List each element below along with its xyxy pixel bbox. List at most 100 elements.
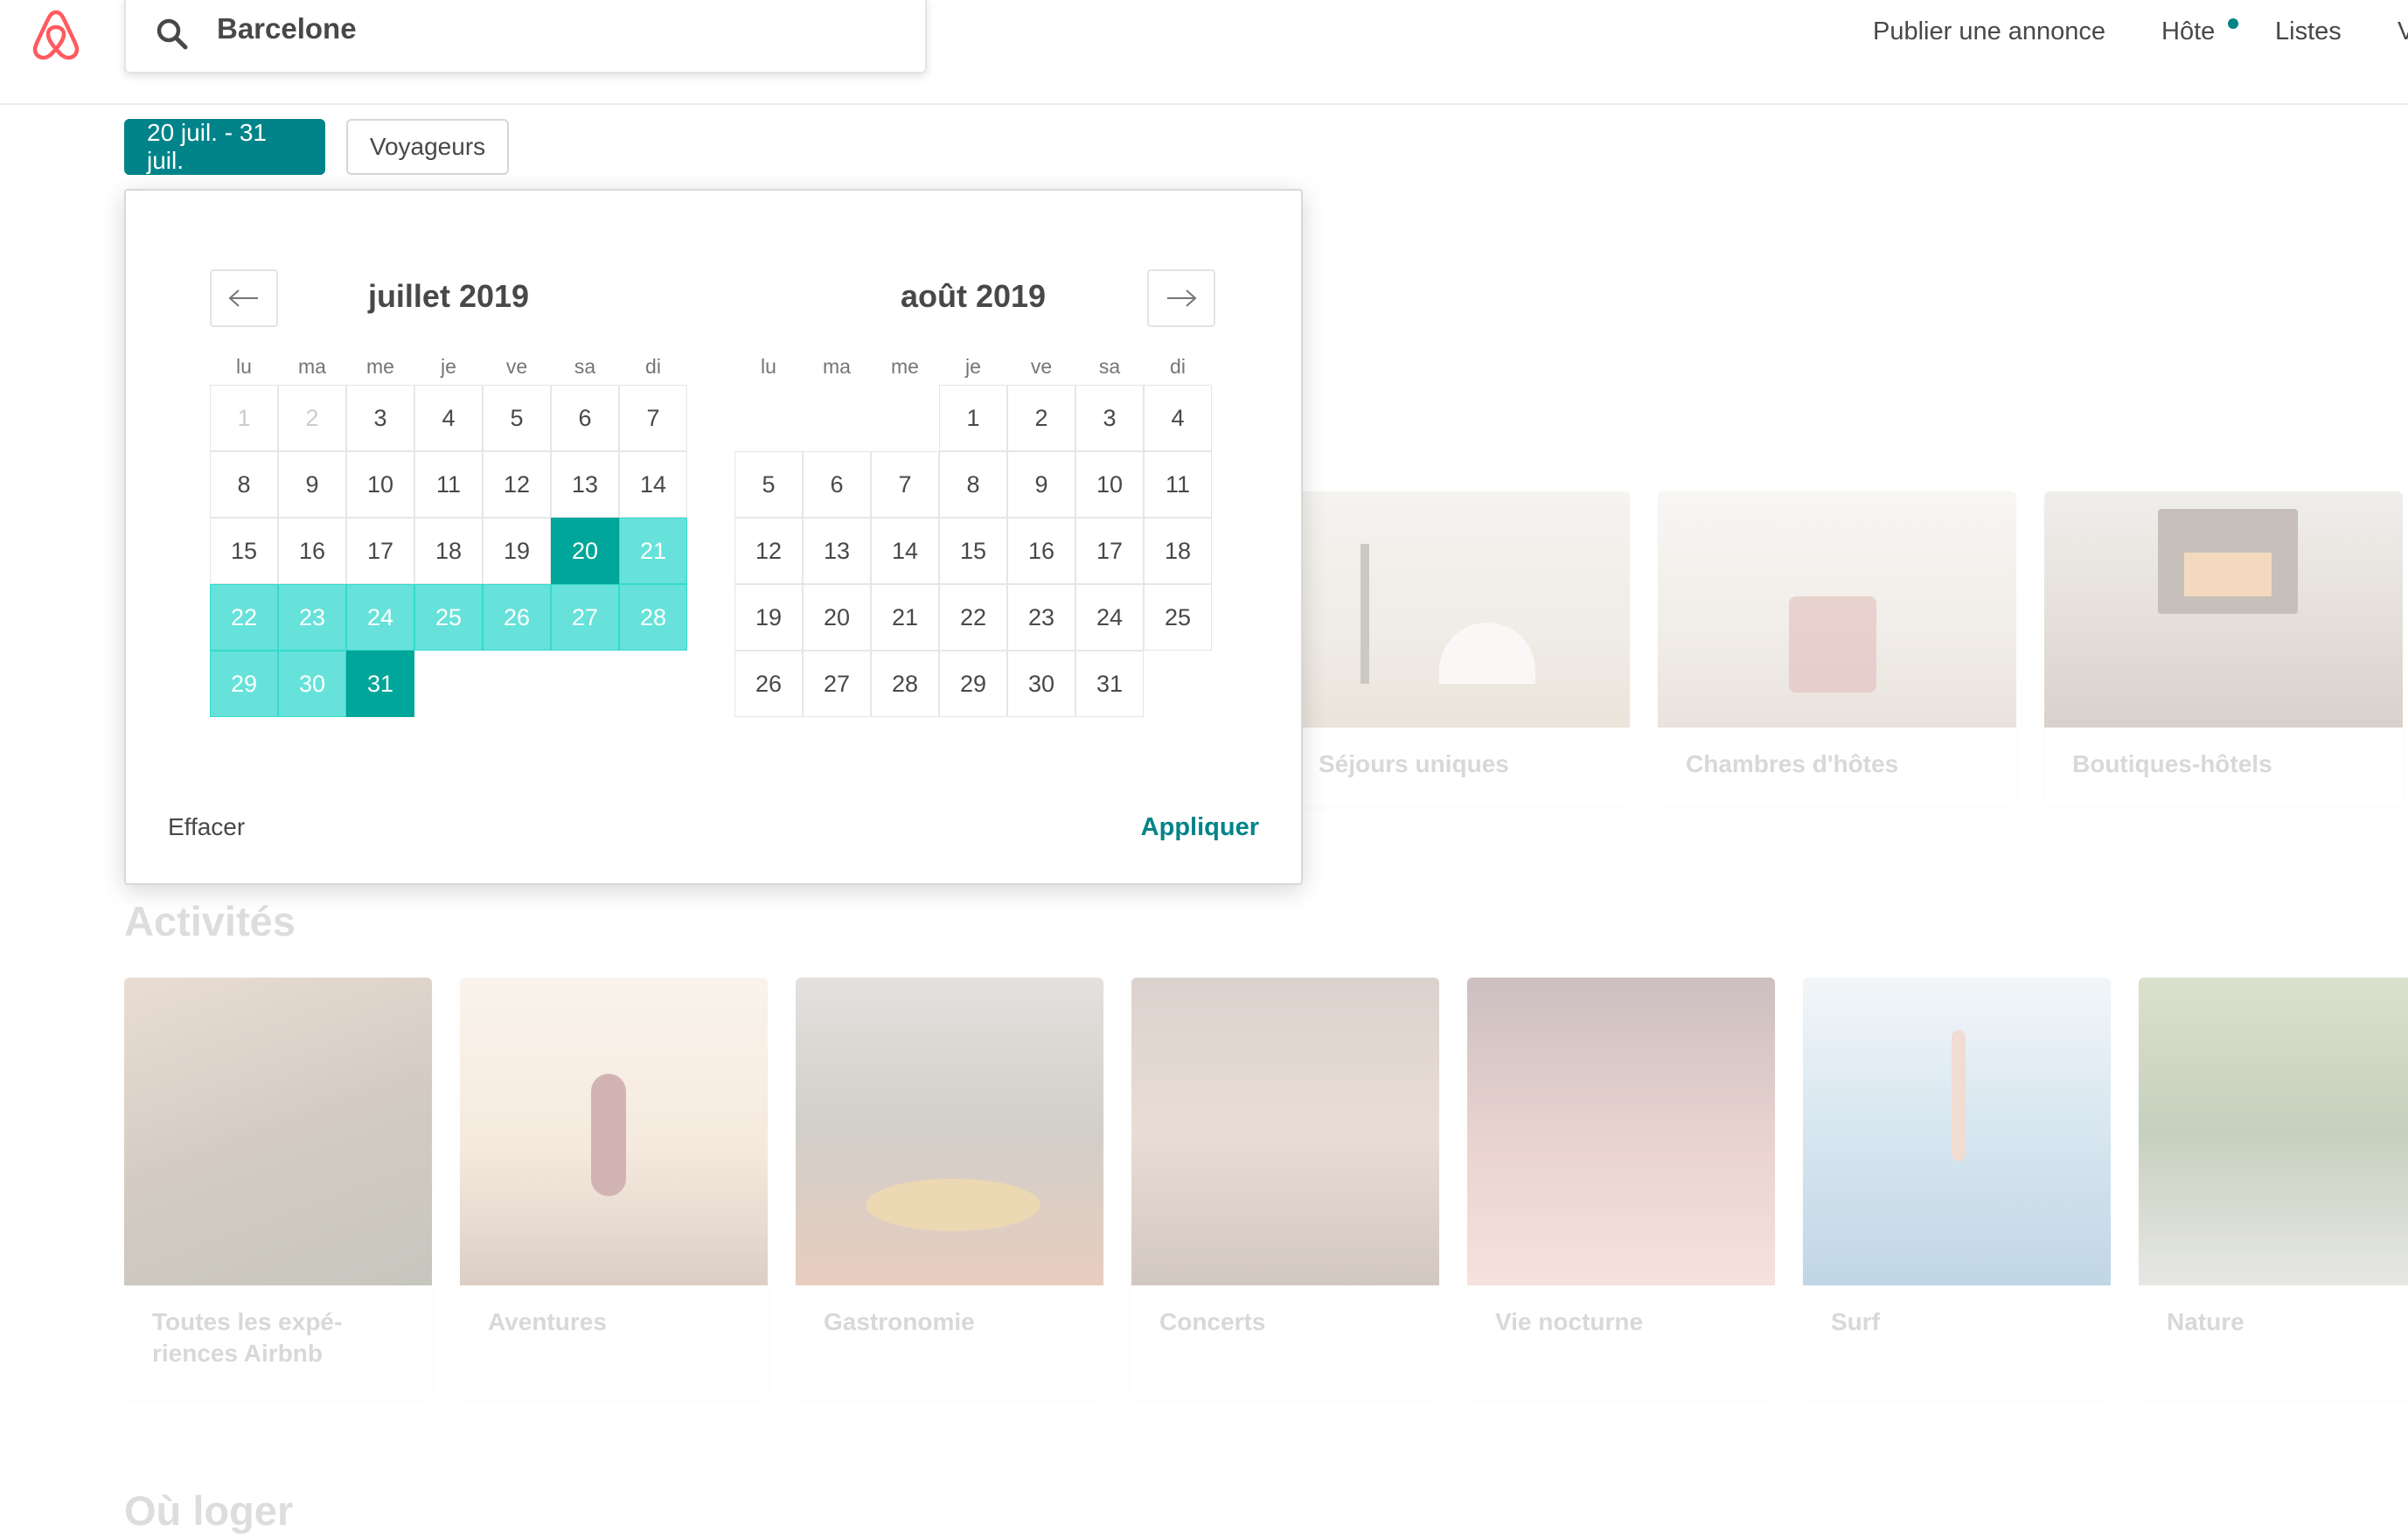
- calendar-day[interactable]: 30: [278, 651, 346, 717]
- activity-card-label: Aventures: [488, 1308, 607, 1335]
- calendar-day[interactable]: 17: [1075, 518, 1144, 584]
- calendar-day[interactable]: 5: [483, 385, 551, 451]
- calendar-day[interactable]: 6: [551, 385, 619, 451]
- calendar-day[interactable]: 1: [939, 385, 1007, 451]
- calendar-day[interactable]: 13: [551, 451, 619, 518]
- calendar-day[interactable]: 24: [346, 584, 414, 651]
- activity-card-image: [460, 978, 768, 1285]
- calendar-day[interactable]: 14: [871, 518, 939, 584]
- calendar-day[interactable]: 10: [1075, 451, 1144, 518]
- calendar-day[interactable]: 14: [619, 451, 687, 518]
- calendar-day[interactable]: 26: [483, 584, 551, 651]
- calendar-day[interactable]: 18: [1144, 518, 1212, 584]
- activity-card-label: Nature: [2167, 1308, 2244, 1335]
- calendar-day[interactable]: 3: [346, 385, 414, 451]
- calendar-day[interactable]: 26: [734, 651, 803, 717]
- stay-card-image: [1658, 491, 2016, 728]
- activity-card-label: Vie nocturne: [1495, 1308, 1644, 1335]
- stay-card-bnb[interactable]: Chambres d'hôtes: [1658, 491, 2016, 806]
- calendar-day: 1: [210, 385, 278, 451]
- calendar-day[interactable]: 4: [1144, 385, 1212, 451]
- activity-card-image: [1803, 978, 2111, 1285]
- calendar-day[interactable]: 21: [871, 584, 939, 651]
- clear-dates-button[interactable]: Effacer: [168, 813, 245, 841]
- calendar-day[interactable]: 2: [1007, 385, 1075, 451]
- calendar-day[interactable]: 17: [346, 518, 414, 584]
- calendar-day[interactable]: 12: [483, 451, 551, 518]
- calendar-day[interactable]: 27: [551, 584, 619, 651]
- calendar-day[interactable]: 13: [803, 518, 871, 584]
- activity-card-food[interactable]: Gastronomie: [796, 978, 1103, 1399]
- stay-card-boutique[interactable]: Boutiques-hôtels: [2044, 491, 2403, 806]
- weekday-label: sa: [1098, 355, 1121, 378]
- calendar-day[interactable]: 11: [414, 451, 483, 518]
- lodging-heading: Où loger: [124, 1487, 294, 1534]
- calendar-day[interactable]: 24: [1075, 584, 1144, 651]
- calendar-day: 2: [278, 385, 346, 451]
- calendar-day[interactable]: 15: [210, 518, 278, 584]
- calendar-day[interactable]: 9: [1007, 451, 1075, 518]
- weekday-label: me: [891, 355, 919, 378]
- calendar-day[interactable]: 10: [346, 451, 414, 518]
- stay-card-label: Chambres d'hôtes: [1686, 750, 1899, 777]
- stay-card-image: [1291, 491, 1630, 728]
- weekday-label: ve: [1030, 355, 1053, 378]
- calendar-day[interactable]: 22: [210, 584, 278, 651]
- weekday-label: lu: [761, 355, 776, 378]
- calendar-day[interactable]: 25: [1144, 584, 1212, 651]
- calendar-day[interactable]: 30: [1007, 651, 1075, 717]
- calendar-day[interactable]: 7: [619, 385, 687, 451]
- calendar-day[interactable]: 29: [939, 651, 1007, 717]
- calendar-day[interactable]: 28: [871, 651, 939, 717]
- calendar-day[interactable]: 20: [803, 584, 871, 651]
- calendar-day[interactable]: 8: [939, 451, 1007, 518]
- date-picker-popup: juillet 2019 août 2019 Effacer Appliquer…: [124, 189, 1303, 885]
- calendar-day[interactable]: 27: [803, 651, 871, 717]
- calendar-day[interactable]: 23: [278, 584, 346, 651]
- calendar-day[interactable]: 3: [1075, 385, 1144, 451]
- calendar-day[interactable]: 31: [346, 651, 414, 717]
- weekday-label: me: [366, 355, 394, 378]
- stay-card-image: [2044, 491, 2403, 728]
- calendar-day[interactable]: 7: [871, 451, 939, 518]
- activity-card-image: [1467, 978, 1775, 1285]
- weekday-label: sa: [574, 355, 596, 378]
- calendar-day[interactable]: 9: [278, 451, 346, 518]
- calendar-day[interactable]: 11: [1144, 451, 1212, 518]
- activity-card-image: [1131, 978, 1439, 1285]
- activity-card-label: Concerts: [1159, 1308, 1266, 1335]
- calendar-day[interactable]: 25: [414, 584, 483, 651]
- activity-card-all[interactable]: Toutes les expé- riences Airbnb: [124, 978, 432, 1399]
- calendar-day[interactable]: 18: [414, 518, 483, 584]
- activity-card-adventures[interactable]: Aventures: [460, 978, 768, 1399]
- calendar-day[interactable]: 22: [939, 584, 1007, 651]
- calendar-day[interactable]: 15: [939, 518, 1007, 584]
- activity-card-label: Toutes les expé- riences Airbnb: [152, 1308, 343, 1367]
- calendar-day[interactable]: 19: [483, 518, 551, 584]
- calendar-day[interactable]: 19: [734, 584, 803, 651]
- activity-card-nightlife[interactable]: Vie nocturne: [1467, 978, 1775, 1399]
- calendar-day[interactable]: 28: [619, 584, 687, 651]
- calendar-day[interactable]: 29: [210, 651, 278, 717]
- calendar-day[interactable]: 12: [734, 518, 803, 584]
- calendar-day[interactable]: 8: [210, 451, 278, 518]
- weekday-label: di: [645, 355, 661, 378]
- calendar-day[interactable]: 4: [414, 385, 483, 451]
- weekday-label: ma: [823, 355, 851, 378]
- calendar-day[interactable]: 23: [1007, 584, 1075, 651]
- apply-dates-button[interactable]: Appliquer: [1141, 813, 1259, 842]
- stay-card-unique[interactable]: Séjours uniques: [1291, 491, 1630, 806]
- calendar-day[interactable]: 31: [1075, 651, 1144, 717]
- activity-card-label: Surf: [1831, 1308, 1880, 1335]
- calendar-day[interactable]: 21: [619, 518, 687, 584]
- activity-card-label: Gastronomie: [824, 1308, 975, 1335]
- activity-card-nature[interactable]: Nature: [2139, 978, 2408, 1399]
- calendar-day[interactable]: 16: [1007, 518, 1075, 584]
- activity-card-surf[interactable]: Surf: [1803, 978, 2111, 1399]
- calendar-day[interactable]: 5: [734, 451, 803, 518]
- activity-card-concerts[interactable]: Concerts: [1131, 978, 1439, 1399]
- calendar-day[interactable]: 16: [278, 518, 346, 584]
- stay-card-label: Séjours uniques: [1319, 750, 1509, 777]
- calendar-day[interactable]: 20: [551, 518, 619, 584]
- calendar-day[interactable]: 6: [803, 451, 871, 518]
